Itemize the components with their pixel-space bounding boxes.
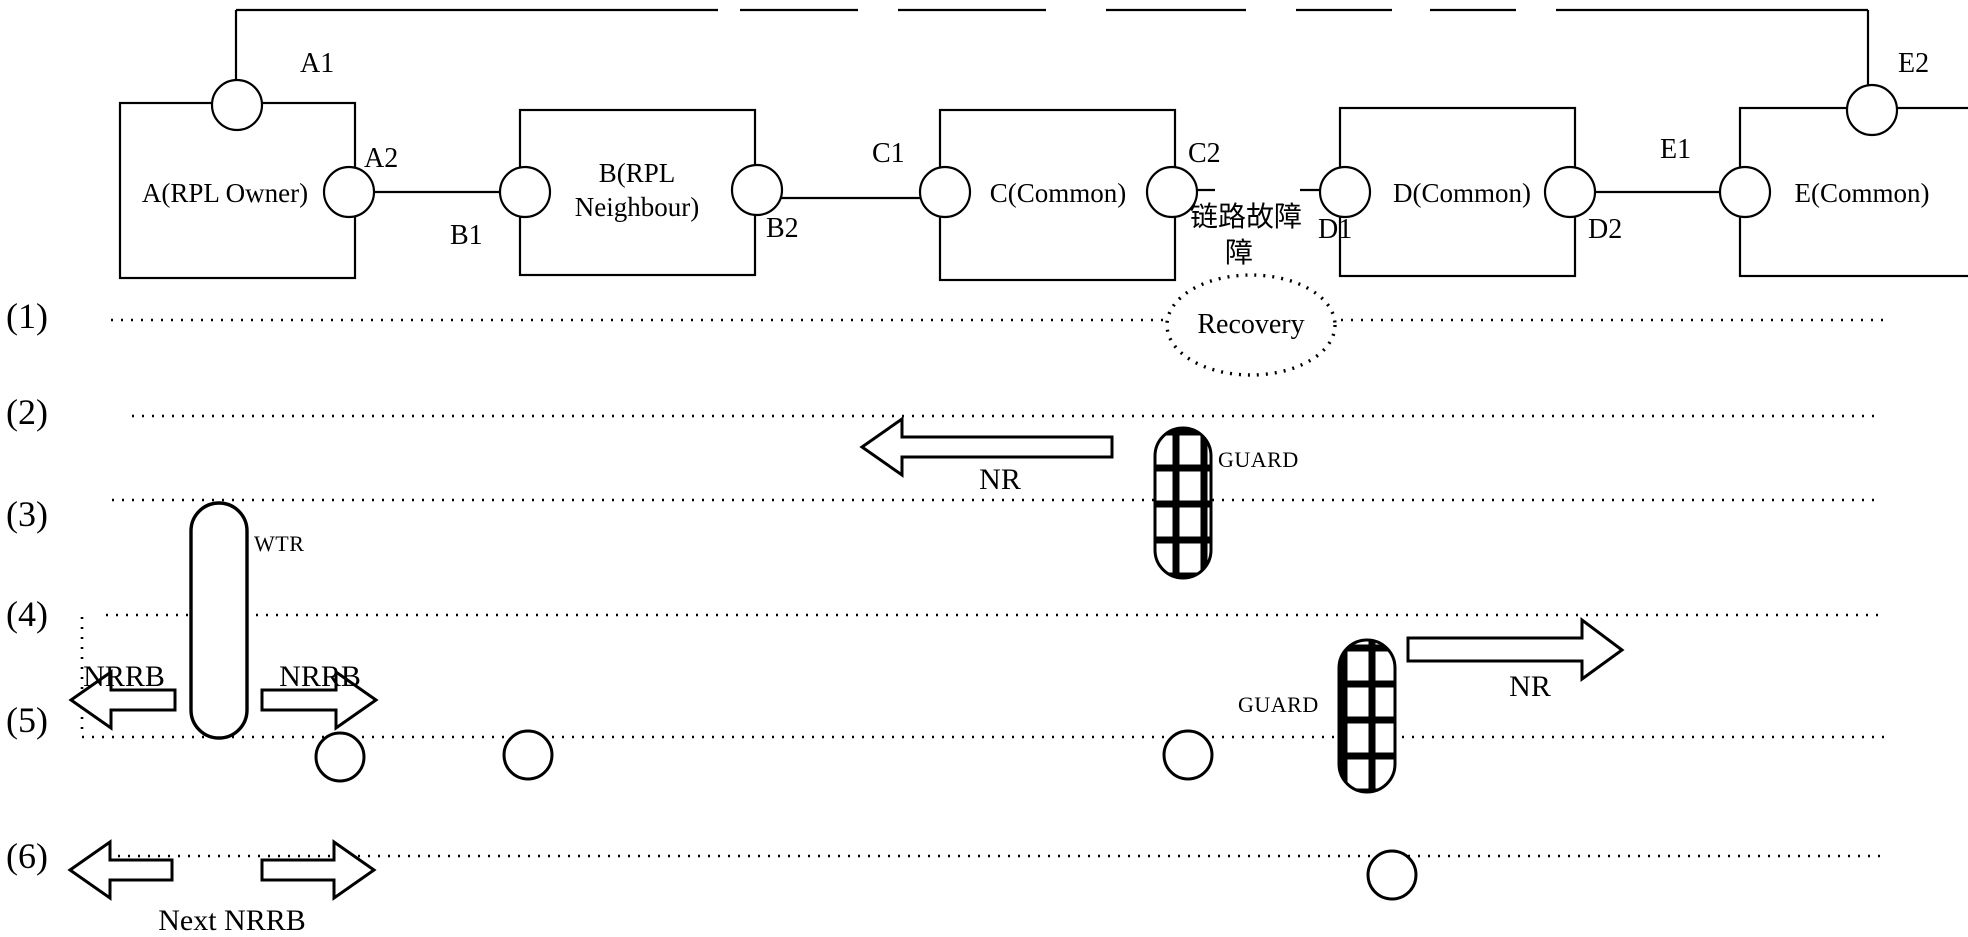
port-label-d2: D2 — [1588, 214, 1623, 245]
node-label-d: D(Common) — [1393, 178, 1531, 208]
port-label-a2: A2 — [364, 143, 399, 174]
port-label-e2: E2 — [1898, 48, 1930, 79]
message-label-nr-right: NR — [1509, 670, 1551, 703]
message-label-nrrb-left: NRRB — [83, 660, 165, 693]
node-label-b-line2: Neighbour) — [574, 192, 700, 222]
port-label-e1: E1 — [1660, 134, 1692, 165]
link-fault-annotation-line2: 障 — [1225, 236, 1254, 269]
port-label-b1: B1 — [450, 220, 483, 251]
link-fault-annotation-line1: 链路故障 — [1190, 200, 1303, 233]
row-label-5: (5) — [6, 700, 48, 740]
message-label-nrrb-right: NRRB — [279, 660, 361, 693]
port-label-c1: C1 — [872, 138, 905, 169]
guard-timer-1-label: GUARD — [1218, 447, 1299, 472]
recovery-bubble-label: Recovery — [1197, 309, 1305, 340]
message-label-nr-left: NR — [979, 463, 1021, 496]
port-label-a1: A1 — [300, 48, 335, 79]
diagram-canvas: (1) (2) (3) (4) (5) (6) A(RPL Owner) B(R… — [0, 0, 1968, 936]
node-label-a: A(RPL Owner) — [141, 178, 309, 208]
node-label-c: C(Common) — [989, 178, 1127, 208]
row-label-2: (2) — [6, 392, 48, 432]
port-label-d1: D1 — [1318, 214, 1353, 245]
port-label-c2: C2 — [1188, 138, 1221, 169]
port-label-b2: B2 — [766, 213, 799, 244]
row-label-6: (6) — [6, 836, 48, 876]
wtr-timer-label: WTR — [254, 531, 305, 556]
row-label-1: (1) — [6, 296, 48, 336]
node-label-b-line1: B(RPL — [598, 158, 676, 188]
row-label-4: (4) — [6, 594, 48, 634]
guard-timer-2-label: GUARD — [1238, 692, 1319, 717]
message-label-next-nrrb: Next NRRB — [158, 904, 306, 937]
row-label-3: (3) — [6, 494, 48, 534]
node-label-e: E(Common) — [1794, 178, 1930, 208]
